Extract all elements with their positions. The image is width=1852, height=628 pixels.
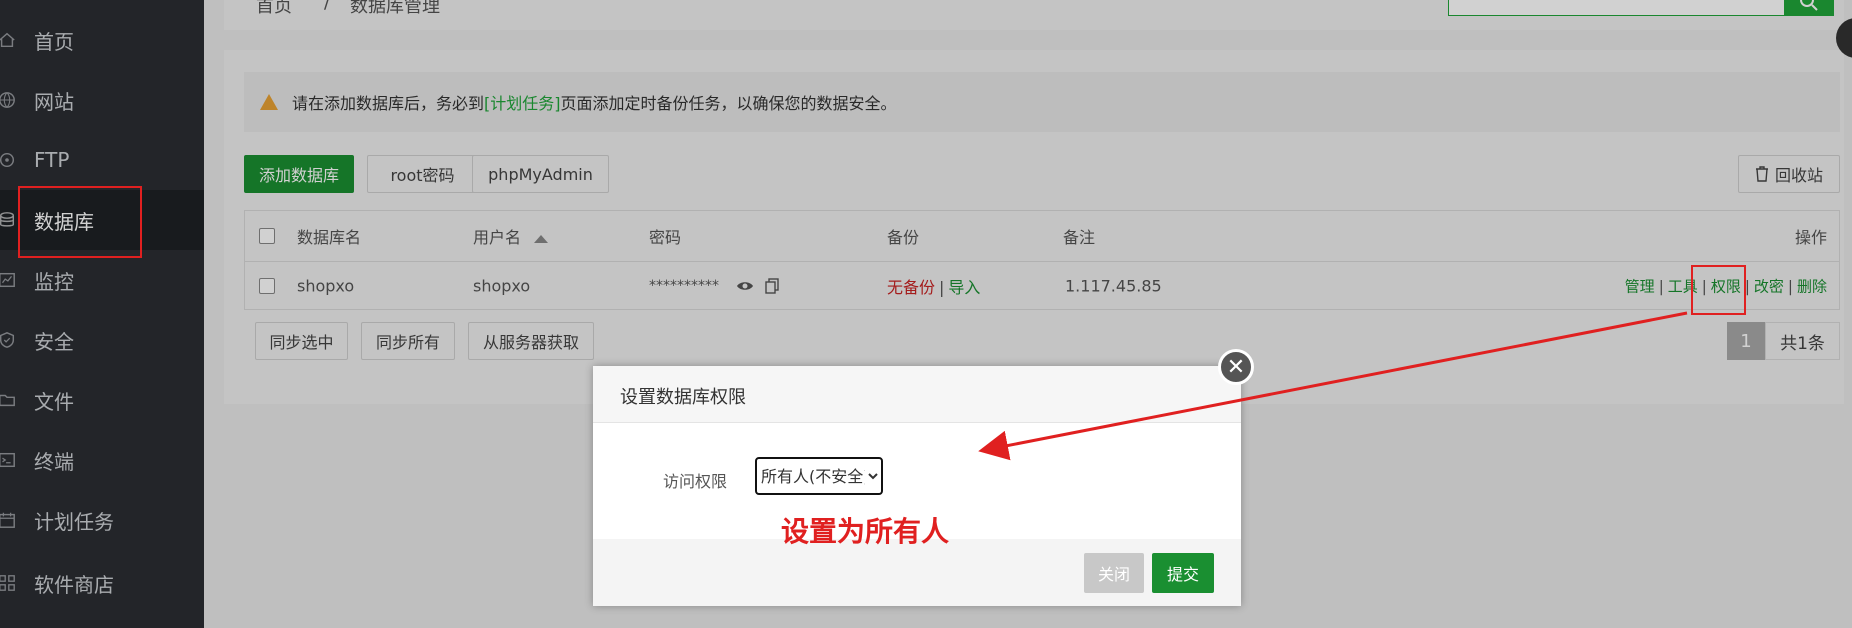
close-button[interactable]: 关闭 [1084, 553, 1144, 593]
permission-dialog: 设置数据库权限 访问权限 所有人(不安全) 关闭 提交 [593, 366, 1241, 606]
annotation-box-database [18, 186, 142, 258]
access-permission-select[interactable]: 所有人(不安全) [755, 457, 883, 495]
close-icon[interactable]: ✕ [1218, 349, 1254, 385]
annotation-text: 设置为所有人 [781, 515, 950, 548]
access-permission-label: 访问权限 [663, 472, 728, 491]
dialog-header: 设置数据库权限 [593, 366, 1241, 423]
annotation-box-permission [1691, 265, 1746, 315]
submit-button[interactable]: 提交 [1152, 553, 1214, 593]
dialog-title: 设置数据库权限 [620, 387, 746, 408]
